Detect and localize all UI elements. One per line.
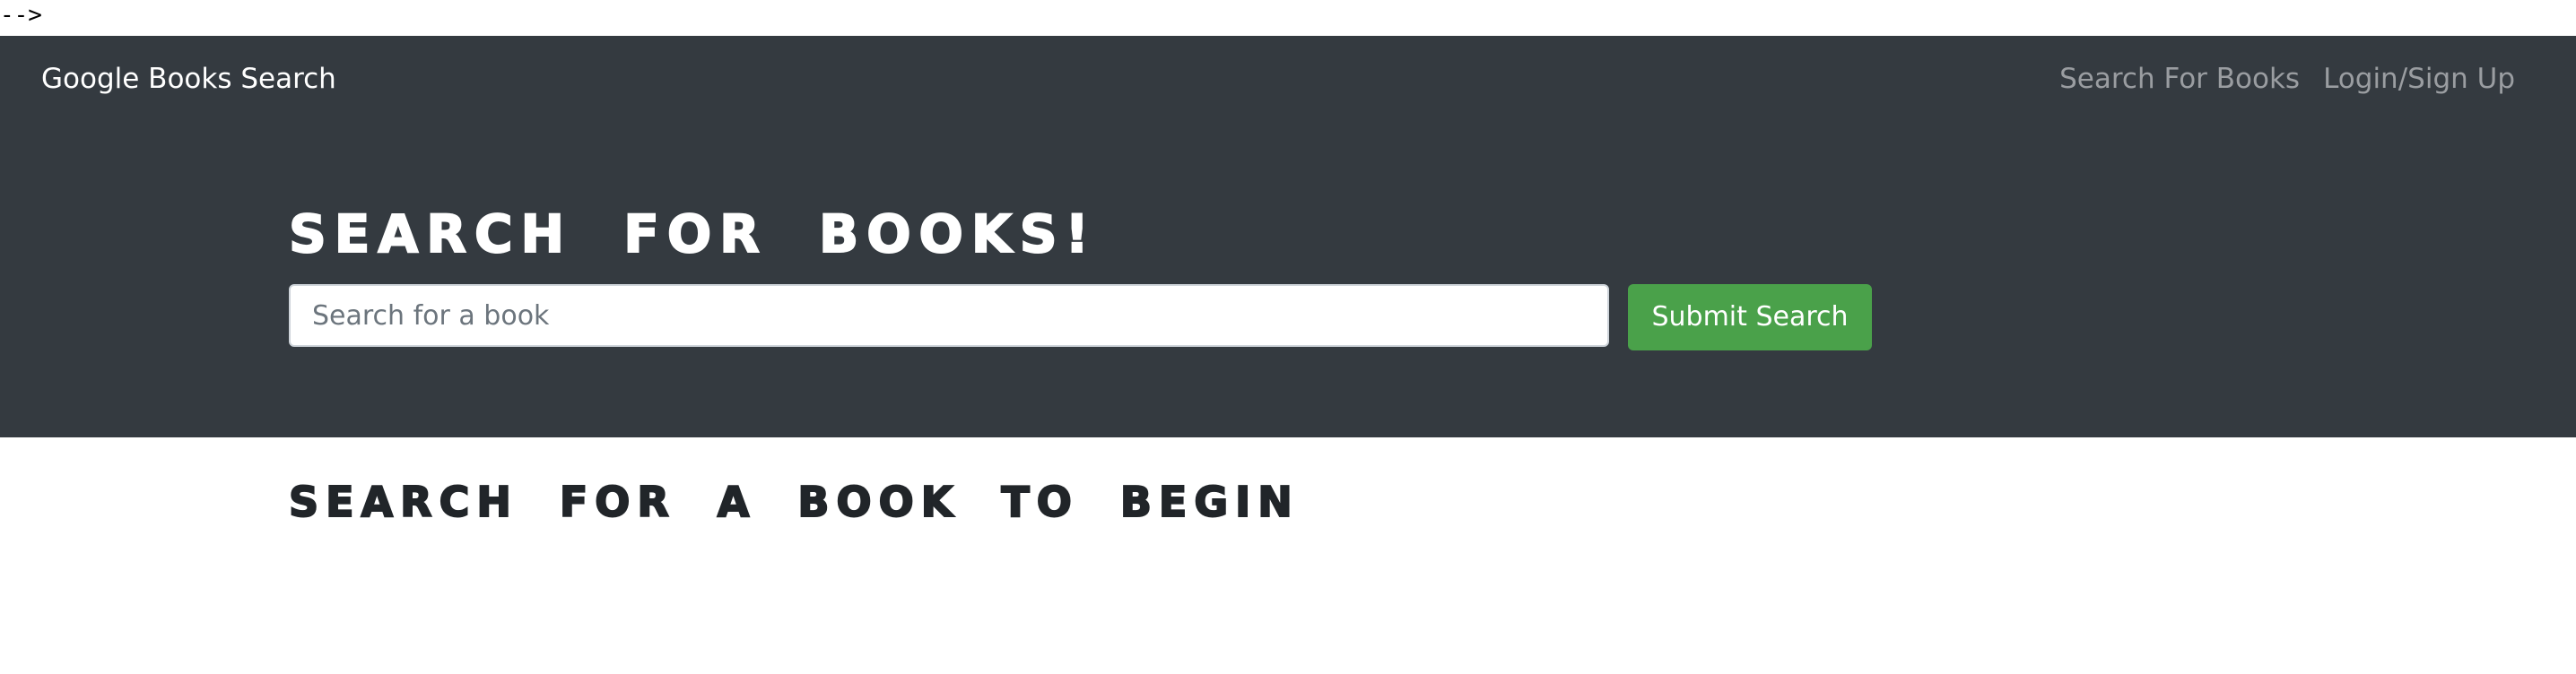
- nav-link-login-signup[interactable]: Login/Sign Up: [2323, 63, 2515, 95]
- page-title: SEARCH FOR BOOKS!: [288, 203, 1098, 264]
- navbar: Google Books Search Search For Books Log…: [0, 36, 2576, 122]
- brand-link[interactable]: Google Books Search: [41, 63, 336, 95]
- results-heading: SEARCH FOR A BOOK TO BEGIN: [288, 477, 1300, 527]
- submit-search-button[interactable]: Submit Search: [1628, 284, 1872, 350]
- stray-comment-text: -->: [0, 2, 42, 29]
- nav-link-search-for-books[interactable]: Search For Books: [2059, 63, 2300, 95]
- nav-links: Search For Books Login/Sign Up: [2059, 63, 2515, 95]
- hero-jumbotron: SEARCH FOR BOOKS! Submit Search: [0, 122, 2576, 437]
- search-input[interactable]: [289, 284, 1609, 347]
